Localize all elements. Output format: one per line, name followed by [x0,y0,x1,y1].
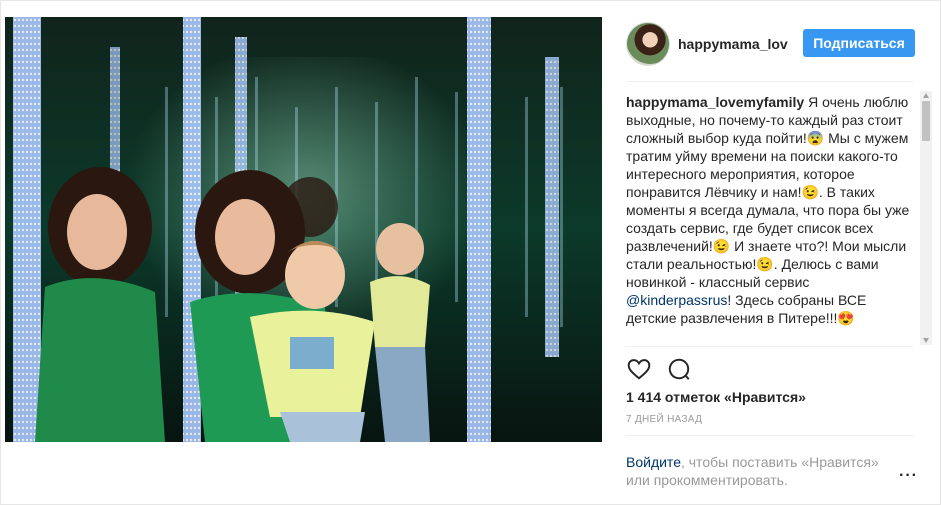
post-caption: happymama_lovemyfamily Я очень люблю вых… [626,93,911,345]
caption-scrollbar[interactable] [920,91,932,345]
follow-button[interactable]: Подписаться [803,29,915,57]
caption-divider [626,346,913,347]
post-timestamp[interactable]: 7 ДНЕЙ НАЗАД [626,414,702,425]
avatar[interactable] [626,22,670,66]
more-options-icon[interactable]: ··· [899,467,918,485]
caption-text: Я очень люблю выходные, но почему-то каж… [626,94,910,290]
author-username[interactable]: happymama_lov [678,36,788,52]
scroll-down-icon[interactable] [923,338,929,343]
comment-icon[interactable] [666,356,692,382]
caption-username[interactable]: happymama_lovemyfamily [626,94,804,110]
footer-divider [626,435,913,436]
likes-count[interactable]: 1 414 отметок «Нравится» [626,389,806,405]
post-sidebar: happymama_lov Подписаться happymama_love… [612,1,941,504]
caption-mention-link[interactable]: @kinderpassrus [626,292,727,308]
heart-icon[interactable] [626,356,652,382]
post-photo[interactable] [5,17,602,442]
login-link[interactable]: Войдите [626,454,681,470]
scrollbar-thumb[interactable] [922,101,930,141]
post-photo-image [5,17,602,442]
login-prompt: Войдите, чтобы поставить «Нравится» или … [626,453,886,489]
header-divider [626,81,913,82]
scroll-up-icon[interactable] [923,93,929,98]
instagram-embed: happymama_lov Подписаться happymama_love… [0,0,941,505]
post-header: happymama_lov Подписаться [612,13,915,73]
